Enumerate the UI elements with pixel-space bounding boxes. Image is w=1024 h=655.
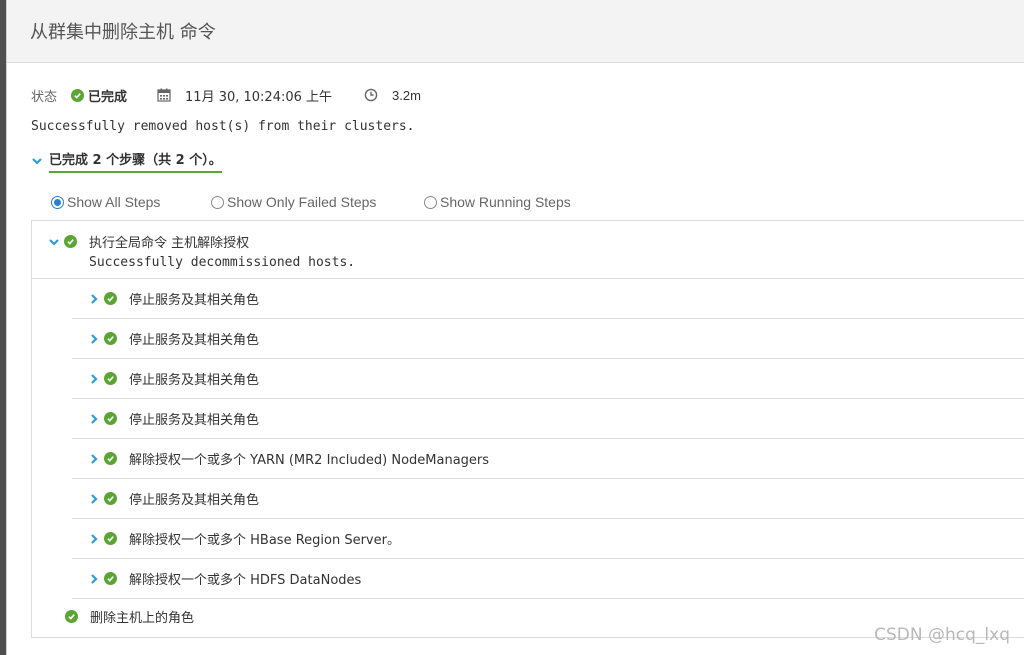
check-circle-icon xyxy=(104,372,117,385)
step-title: 删除主机上的角色 xyxy=(90,611,195,626)
filter-label: Show Only Failed Steps xyxy=(227,194,377,210)
clock-icon xyxy=(364,88,378,102)
sub-step-label: 解除授权一个或多个 YARN (MR2 Included) NodeManage… xyxy=(129,453,490,468)
filter-label: Show All Steps xyxy=(67,194,161,210)
sub-step-label: 解除授权一个或多个 HBase Region Server。 xyxy=(129,533,400,548)
radio-selected-icon[interactable] xyxy=(51,195,64,209)
sub-step[interactable]: 解除授权一个或多个 HBase Region Server。 xyxy=(72,519,1024,559)
chevron-right-icon[interactable] xyxy=(88,453,100,465)
chevron-right-icon[interactable] xyxy=(88,413,100,425)
chevron-right-icon[interactable] xyxy=(88,333,100,345)
check-circle-icon xyxy=(104,572,117,585)
chevron-right-icon[interactable] xyxy=(88,573,100,585)
filter-show-running-steps[interactable]: Show Running Steps xyxy=(424,194,571,210)
modal-title: 从群集中删除主机 命令 xyxy=(30,22,216,43)
check-circle-icon xyxy=(104,492,117,505)
command-result-message: Successfully removed host(s) from their … xyxy=(31,119,415,134)
sub-step[interactable]: 停止服务及其相关角色 xyxy=(72,319,1024,359)
status-value: 已完成 xyxy=(88,89,128,105)
steps-summary-toggle[interactable]: 已完成 2 个步骤（共 2 个）。 xyxy=(31,149,222,173)
chevron-down-icon xyxy=(32,158,42,165)
sub-step[interactable]: 停止服务及其相关角色 xyxy=(72,399,1024,439)
steps-summary-text: 已完成 2 个步骤（共 2 个）。 xyxy=(49,149,222,173)
check-circle-icon xyxy=(104,452,117,465)
status-date: 11月 30, 10:24:06 上午 xyxy=(185,89,333,105)
chevron-right-icon[interactable] xyxy=(88,373,100,385)
sub-step[interactable]: 停止服务及其相关角色 xyxy=(72,359,1024,399)
chevron-right-icon[interactable] xyxy=(88,533,100,545)
chevron-down-icon[interactable] xyxy=(48,236,60,248)
modal-header: 从群集中删除主机 命令 xyxy=(7,0,1024,63)
sub-step[interactable]: 解除授权一个或多个 YARN (MR2 Included) NodeManage… xyxy=(72,439,1024,479)
step-header[interactable]: 执行全局命令 主机解除授权 xyxy=(48,232,249,251)
step-remove-roles: 删除主机上的角色 xyxy=(65,607,194,626)
status-duration: 3.2m xyxy=(392,87,421,103)
check-circle-icon xyxy=(104,332,117,345)
sub-step-label: 停止服务及其相关角色 xyxy=(129,373,260,388)
sub-step[interactable]: 停止服务及其相关角色 xyxy=(72,479,1024,519)
sub-step[interactable]: 停止服务及其相关角色 xyxy=(72,279,1024,319)
calendar-icon xyxy=(157,88,171,102)
radio-icon[interactable] xyxy=(211,195,224,209)
radio-icon[interactable] xyxy=(424,195,437,209)
sub-step-label: 解除授权一个或多个 HDFS DataNodes xyxy=(129,573,362,588)
check-circle-icon xyxy=(64,235,77,248)
chevron-right-icon[interactable] xyxy=(88,493,100,505)
step-filter-group: Show All Steps Show Only Failed Steps Sh… xyxy=(51,194,611,212)
filter-show-all-steps[interactable]: Show All Steps xyxy=(51,194,160,210)
status-row: 状态 已完成 11月 30, 10:24:06 上午 3.2m xyxy=(31,86,421,105)
check-circle-icon xyxy=(104,412,117,425)
sub-step[interactable]: 解除授权一个或多个 HDFS DataNodes xyxy=(72,559,1024,599)
sub-step-label: 停止服务及其相关角色 xyxy=(129,333,260,348)
steps-tree: 执行全局命令 主机解除授权 Successfully decommissione… xyxy=(31,220,1024,638)
check-circle-icon xyxy=(104,292,117,305)
step-global-command: 执行全局命令 主机解除授权 Successfully decommissione… xyxy=(32,221,1024,279)
check-circle-icon xyxy=(104,532,117,545)
step-message: Successfully decommissioned hosts. xyxy=(89,255,356,270)
check-circle-icon xyxy=(71,88,85,102)
command-details-modal: 从群集中删除主机 命令 状态 已完成 11月 30, 10:24:06 上午 3… xyxy=(6,0,1024,655)
sub-step-label: 停止服务及其相关角色 xyxy=(129,413,260,428)
step-title: 执行全局命令 主机解除授权 xyxy=(89,236,250,251)
status-label: 状态 xyxy=(31,89,58,105)
sub-step-label: 停止服务及其相关角色 xyxy=(129,493,260,508)
filter-show-only-failed-steps[interactable]: Show Only Failed Steps xyxy=(211,194,376,210)
filter-label: Show Running Steps xyxy=(440,194,571,210)
check-circle-icon xyxy=(65,610,78,623)
watermark: CSDN @hcq_lxq xyxy=(874,625,1010,645)
chevron-right-icon[interactable] xyxy=(88,293,100,305)
sub-step-label: 停止服务及其相关角色 xyxy=(129,293,260,308)
